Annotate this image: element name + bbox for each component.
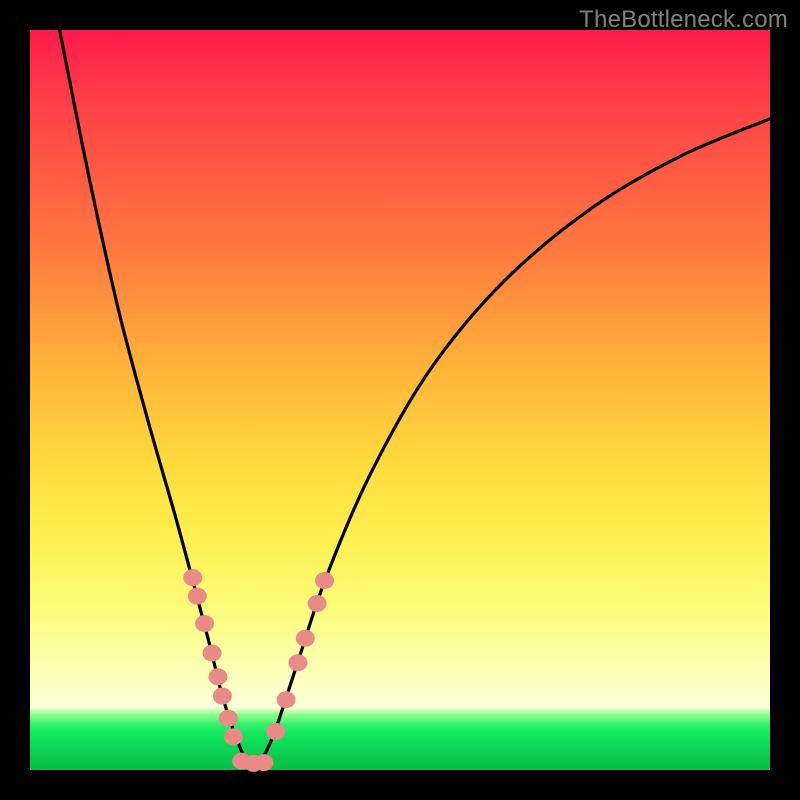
data-point — [195, 615, 214, 632]
data-points-group — [183, 569, 334, 772]
chart-container: TheBottleneck.com — [0, 0, 800, 800]
data-point — [188, 588, 207, 605]
data-point — [296, 630, 315, 647]
bottleneck-curve — [60, 30, 770, 766]
data-point — [224, 728, 243, 745]
data-point — [308, 595, 327, 612]
data-point — [203, 645, 222, 662]
data-point — [277, 691, 296, 708]
data-point — [219, 710, 238, 727]
chart-svg — [30, 30, 770, 770]
data-point — [183, 569, 202, 586]
data-point — [266, 723, 285, 740]
data-point — [208, 668, 227, 685]
data-point — [315, 572, 334, 589]
data-point — [213, 688, 232, 705]
data-point — [254, 754, 273, 771]
plot-area — [30, 30, 770, 770]
data-point — [288, 654, 307, 671]
